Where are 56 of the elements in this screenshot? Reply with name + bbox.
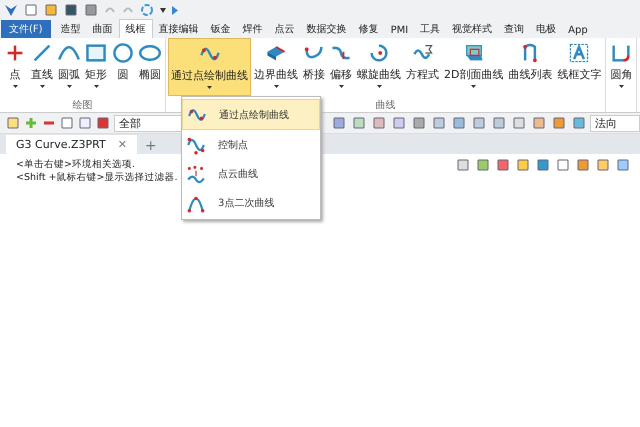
ribbon-tab[interactable]: 钣金 <box>204 20 237 38</box>
ribbon-button[interactable]: 桥接 <box>301 38 327 96</box>
ribbon-button[interactable]: 线框文字 <box>555 38 604 96</box>
ribbon-tab[interactable]: 数据交换 <box>300 20 353 38</box>
point-curve-icon <box>186 164 206 184</box>
caret-icon[interactable] <box>160 8 166 12</box>
ribbon-tab[interactable]: 工具 <box>414 20 446 38</box>
ribbon-button[interactable]: 圆 <box>110 38 136 96</box>
ribbon-tab[interactable]: 曲面 <box>86 20 119 38</box>
ribbon-button[interactable]: 矩形 <box>83 38 109 96</box>
ribbon-tab[interactable]: App <box>562 23 594 38</box>
ribbon-button[interactable]: 曲线列表 <box>506 38 554 96</box>
play-icon[interactable] <box>172 6 178 14</box>
refresh-icon[interactable] <box>140 3 154 17</box>
add-tab-button[interactable]: + <box>144 138 157 154</box>
ribbon-button[interactable]: 螺旋曲线 <box>355 38 403 96</box>
ribbon-button[interactable]: 2D剖面曲线 <box>442 38 506 96</box>
ribbon-button[interactable]: 椭圆 <box>137 38 163 96</box>
hint-text: <单击右键>环境相关选项. <box>16 158 135 171</box>
ribbon-tab[interactable]: 视觉样式 <box>446 20 498 38</box>
ribbon-tab[interactable]: 修复 <box>352 20 385 38</box>
ribbon-button[interactable]: 通过点绘制曲线 <box>168 38 251 96</box>
ribbon-button[interactable]: 直线 <box>29 38 55 96</box>
rectangle-icon <box>85 42 107 64</box>
ribbon-tab[interactable]: 查询 <box>498 20 530 38</box>
menu-item[interactable]: 3点二次曲线 <box>182 188 320 217</box>
circle-icon <box>112 42 134 64</box>
group-label: 绘图 <box>72 99 92 112</box>
ribbon-tab[interactable]: 造型 <box>54 20 87 38</box>
ribbon-button[interactable]: 方程式 <box>404 38 441 96</box>
text-frame-icon <box>568 42 590 64</box>
menu-item[interactable]: 通过点绘制曲线 <box>182 99 320 130</box>
ribbon-button[interactable]: 边界曲线 <box>252 38 300 96</box>
ribbon-tab[interactable]: 直接编辑 <box>152 20 205 38</box>
spiral-icon <box>368 42 390 64</box>
ellipse-icon <box>139 42 161 64</box>
ribbon-tab[interactable]: 线框 <box>118 19 153 38</box>
ribbon-tab[interactable]: PMI <box>384 23 414 38</box>
ribbon-tab[interactable]: 电极 <box>530 20 562 38</box>
arc-icon <box>58 46 80 60</box>
ribbon-button[interactable]: 偏移 <box>328 38 354 96</box>
ribbon-button[interactable]: 圆角 <box>608 38 634 96</box>
group-label: 曲线 <box>376 98 396 112</box>
document-tab[interactable]: G3 Curve.Z3PRT ✕ <box>6 135 137 154</box>
file-menu[interactable]: 文件(F) <box>1 20 51 38</box>
ribbon-tab[interactable]: 点云 <box>268 20 301 38</box>
menu-item[interactable]: 控制点 <box>182 130 320 159</box>
line-icon <box>31 42 53 64</box>
menu-item[interactable]: 点云曲线 <box>182 159 320 188</box>
direction-field[interactable]: 法向 <box>590 114 640 132</box>
ribbon-button[interactable]: 圆弧 <box>56 38 82 96</box>
app-logo-icon[interactable] <box>4 3 18 17</box>
close-icon[interactable]: ✕ <box>118 138 127 151</box>
ribbon-tab[interactable]: 焊件 <box>236 20 269 38</box>
hint-text: <Shift +鼠标右键>显示选择过滤器. <box>16 171 178 184</box>
ribbon-button[interactable]: 点 <box>2 38 28 96</box>
